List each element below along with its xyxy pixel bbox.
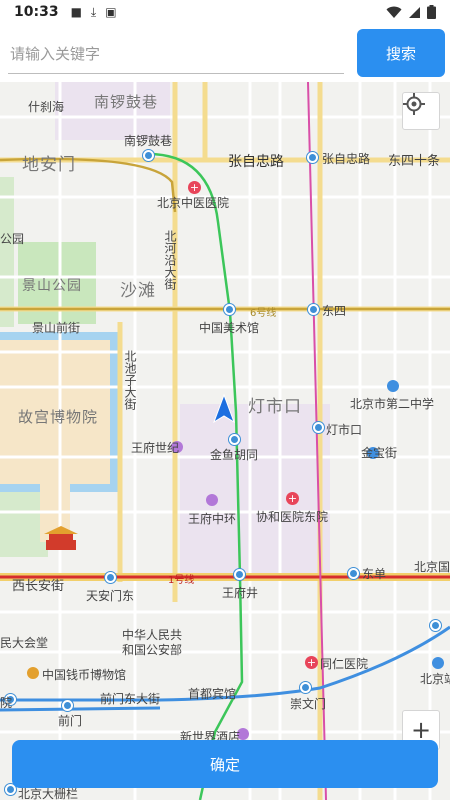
map-label: 6号线 [250,308,277,319]
map-label: 和国公安部 [122,643,183,657]
map-label: 北京站 [420,672,450,686]
map-label: 院 [0,696,13,710]
map-label: 中国美术馆 [199,321,260,335]
wifi-icon [386,6,402,18]
battery-icon [427,5,436,19]
locate-button[interactable] [402,92,440,130]
metro-station-beijing-station[interactable] [430,620,441,631]
map-label: 灯市口 [248,397,302,417]
map-label: 前门 [58,714,83,728]
metro-station-dongsi[interactable] [308,304,319,315]
map-label: 崇文门 [290,697,327,711]
map-label: 东四 [322,304,347,318]
confirm-button[interactable]: 确定 [12,740,438,788]
metro-station-nanluoguxiang[interactable] [143,150,154,161]
map-label: 王府井 [222,586,259,600]
map-label: 金鱼胡同 [210,448,259,462]
map-label: 张自忠路 [228,154,284,170]
status-bar: 10:33 ■ ⤓ ▣ [0,0,450,24]
map-label: 北池子大街 [123,350,137,410]
metro-station-chongwenmen[interactable] [300,682,311,693]
hospital-icon[interactable]: + [188,181,201,194]
metro-station-tiananmen-east[interactable] [105,572,116,583]
map-label: 民大会堂 [0,636,49,650]
map-label: 张自忠路 [322,152,371,166]
metro-station-zhangzizhong[interactable] [307,152,318,163]
download-icon: ⤓ [90,4,97,19]
map-label: 公园 [0,232,25,246]
metro-station-jinyu-hutong[interactable] [229,434,240,445]
map-label: 王府世纪 [131,441,180,455]
map-label: 景山公园 [22,278,82,294]
map-label: 景山前街 [32,321,81,335]
map-label: 北京国 [414,560,450,574]
map-label: 同仁医院 [320,657,369,671]
map-label: 西长安街 [12,579,65,594]
map-label: 南锣鼓巷 [94,93,159,111]
shopping-icon[interactable] [206,494,218,506]
status-time: 10:33 [14,4,59,20]
search-input[interactable] [8,34,344,74]
map-label: 天安门东 [86,589,135,603]
school-icon[interactable] [387,380,399,392]
poi-icon[interactable] [432,657,444,669]
metro-station-art-museum[interactable] [224,304,235,315]
crosshair-icon [403,93,425,115]
map-view[interactable]: + + + 什刹海 南锣鼓巷 南锣鼓巷 地安门 张自忠路 张自忠路 东四十条 北… [0,82,450,800]
metro-station-wangfujing[interactable] [234,569,245,580]
map-label: 中国钱币博物馆 [42,668,127,682]
map-label: 金宝街 [361,446,398,460]
search-button[interactable]: 搜索 [357,29,445,77]
map-label: 东单 [362,567,387,581]
map-label: 北京中医医院 [157,196,230,210]
app-notification-icon: ▣ [105,5,117,19]
map-label: 故宫博物院 [18,408,99,426]
map-label: 灯市口 [326,423,363,437]
metro-station-qianmen[interactable] [62,700,73,711]
map-label: 沙滩 [120,281,156,301]
signal-icon [409,6,420,18]
notification-icon: ■ [70,5,82,19]
map-label: 东四十条 [388,154,441,169]
map-label: 前门东大街 [100,692,161,706]
metro-station-dengshikou[interactable] [313,422,324,433]
hospital-icon[interactable]: + [305,656,318,669]
map-label: 北河沿大街 [163,230,177,290]
map-label: 南锣鼓巷 [124,134,173,148]
map-label: 1号线 [168,575,195,586]
metro-station-dongdan[interactable] [348,568,359,579]
map-label: 地安门 [22,155,76,175]
map-label: 首都宾馆 [188,687,237,701]
map-label: 协和医院东院 [256,510,329,524]
museum-icon[interactable] [27,667,39,679]
map-label: 王府中环 [188,512,237,526]
map-label: 北京市第二中学 [350,397,435,411]
hospital-icon[interactable]: + [286,492,299,505]
map-label: 什刹海 [28,100,65,114]
search-bar: 搜索 [0,24,450,82]
